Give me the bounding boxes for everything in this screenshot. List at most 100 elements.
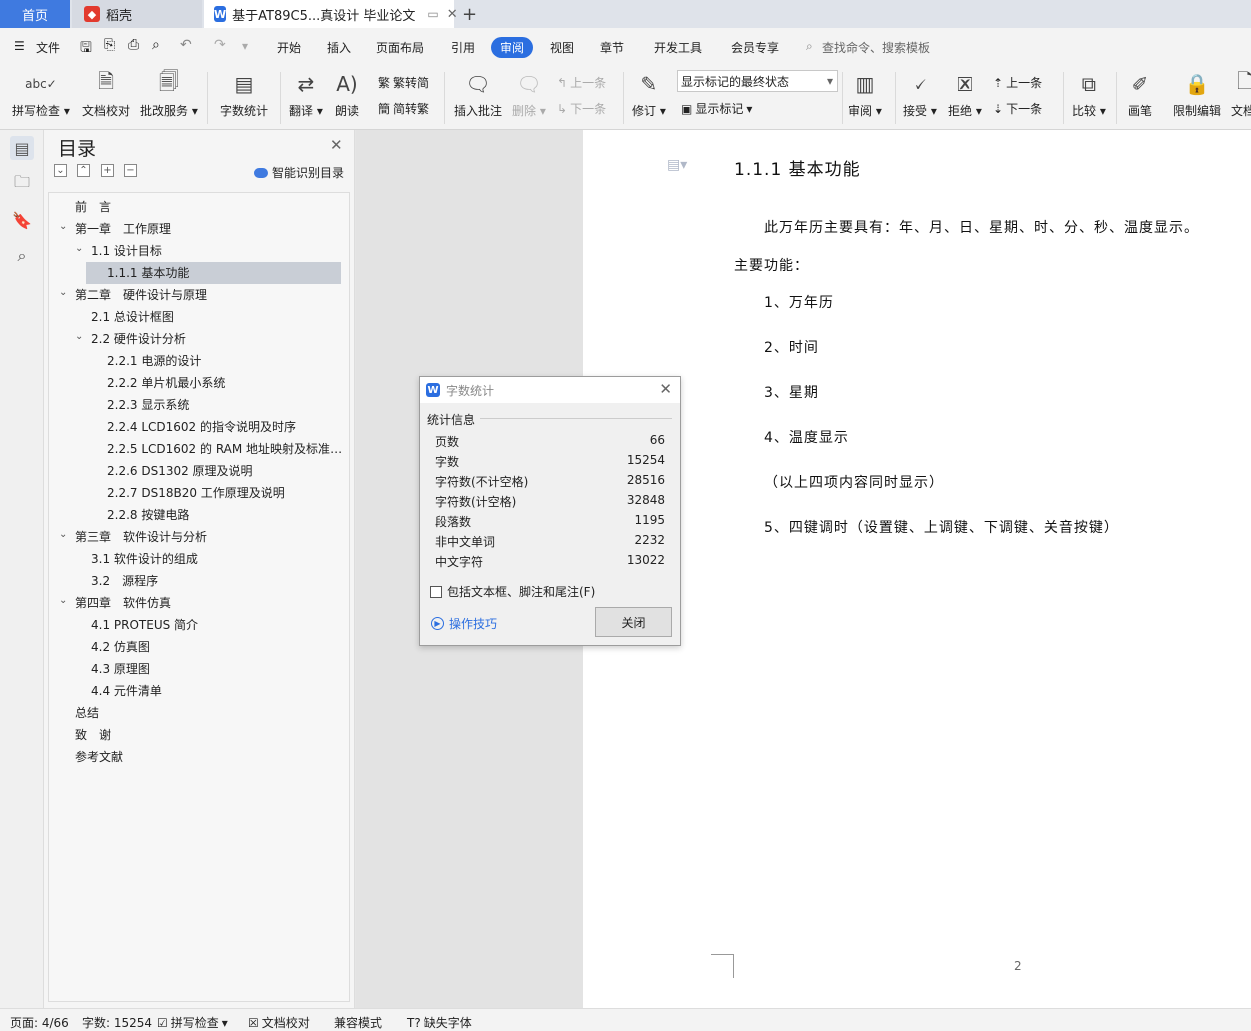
status-spell-check[interactable]: ☑ 拼写检查 ▾ (157, 1014, 228, 1031)
pen-button[interactable]: ✐ 画笔 (1126, 70, 1154, 119)
remove-heading-icon[interactable]: − (124, 164, 137, 177)
prev-change-button[interactable]: ⇡ 上一条 (993, 74, 1042, 91)
insert-comment-button[interactable]: 🗨 插入批注 (454, 70, 502, 119)
hamburger-icon[interactable]: ☰ (14, 39, 25, 53)
close-icon[interactable]: ✕ (659, 380, 672, 398)
show-markup-button[interactable]: ▣ 显示标记 ▾ (681, 100, 752, 117)
toc-item[interactable]: 2.2.2 单片机最小系统 (49, 372, 349, 394)
menu-developer[interactable]: 开发工具 (654, 39, 702, 56)
toc-item[interactable]: 2.2.8 按键电路 (49, 504, 349, 526)
expand-chevron-icon[interactable]: ⌄ (59, 287, 67, 298)
doc-proof-button[interactable]: 🗎 文档校对 (82, 69, 130, 119)
chapter-nav-icon[interactable]: 🗀 (10, 172, 34, 196)
toc-item[interactable]: 2.2.4 LCD1602 的指令说明及时序 (49, 416, 349, 438)
toc-item[interactable]: 4.2 仿真图 (49, 636, 349, 658)
toc-item[interactable]: 4.1 PROTEUS 简介 (49, 614, 349, 636)
include-textbox-checkbox[interactable]: 包括文本框、脚注和尾注(F) (430, 583, 595, 600)
read-aloud-button[interactable]: A) 朗读 (333, 70, 361, 119)
tab-close-icon[interactable]: ✕ (447, 7, 458, 22)
toc-item[interactable]: 2.1 总设计框图 (49, 306, 349, 328)
menu-chapter[interactable]: 章节 (600, 39, 624, 56)
toc-item[interactable]: 第三章 软件设计与分析 (49, 526, 349, 548)
to-traditional-button[interactable]: 繁繁转简 (378, 74, 429, 91)
delete-comment-button[interactable]: 🗨 删除 ▾ (512, 70, 546, 119)
next-change-button[interactable]: ⇣ 下一条 (993, 100, 1042, 117)
translate-button[interactable]: ⇄ 翻译 ▾ (289, 70, 323, 119)
toc-item[interactable]: 总结 (49, 702, 349, 724)
compare-button[interactable]: ⧉ 比较 ▾ (1072, 70, 1106, 119)
expand-chevron-icon[interactable]: ⌄ (75, 243, 83, 254)
close-icon[interactable]: ✕ (330, 136, 343, 154)
undo-icon[interactable]: ↶ (180, 37, 192, 53)
checkbox-box[interactable] (430, 585, 442, 598)
toc-item[interactable]: 2.2.3 显示系统 (49, 394, 349, 416)
toc-item[interactable]: 前 言 (49, 196, 349, 218)
menu-insert[interactable]: 插入 (327, 39, 351, 56)
toc-item[interactable]: 1.1.1 基本功能 (86, 262, 341, 284)
bookmark-icon[interactable]: 🔖 (10, 208, 34, 232)
spell-check-button[interactable]: abc✓ 拼写检查 ▾ (12, 70, 70, 119)
prev-comment-button[interactable]: ↰ 上一条 (557, 74, 606, 91)
menu-layout[interactable]: 页面布局 (376, 39, 424, 56)
status-missing-font[interactable]: T? 缺失字体 (407, 1014, 472, 1031)
expand-chevron-icon[interactable]: ⌄ (59, 529, 67, 540)
paragraph-format-icon[interactable]: ▤▾ (667, 157, 687, 173)
export-pdf-icon[interactable]: ⎘ (104, 37, 115, 53)
toc-item[interactable]: 4.4 元件清单 (49, 680, 349, 702)
toc-item[interactable]: 参考文献 (49, 746, 349, 768)
toc-item[interactable]: 4.3 原理图 (49, 658, 349, 680)
toc-item[interactable]: 2.2.7 DS18B20 工作原理及说明 (49, 482, 349, 504)
print-icon[interactable]: ⎙ (128, 37, 139, 53)
menu-member[interactable]: 会员专享 (731, 39, 779, 56)
tab-document[interactable]: W 基于AT89C5...真设计 毕业论文 ▭ ✕ (204, 0, 458, 28)
more-chevron-icon[interactable]: ▾ (242, 39, 248, 53)
tab-home[interactable]: 首页 (0, 0, 70, 28)
word-count-button[interactable]: ▤ 字数统计 (220, 70, 268, 119)
menu-reference[interactable]: 引用 (451, 39, 475, 56)
menu-file[interactable]: 文件 (36, 39, 60, 56)
toc-item[interactable]: 2.2 硬件设计分析 (49, 328, 349, 350)
expand-chevron-icon[interactable]: ⌄ (59, 595, 67, 606)
document-page[interactable]: ▤▾ 1.1.1 基本功能 此万年历主要具有：年、月、日、星期、时、分、秒、温度… (583, 130, 1251, 1008)
toc-item[interactable]: 第一章 工作原理 (49, 218, 349, 240)
markup-state-select[interactable]: 显示标记的最终状态 ▾ (677, 70, 838, 92)
status-doc-proof[interactable]: ☒ 文档校对 (248, 1014, 310, 1031)
review-service-button[interactable]: 🗐 批改服务 ▾ (140, 69, 198, 119)
add-heading-icon[interactable]: + (101, 164, 114, 177)
menu-start[interactable]: 开始 (277, 39, 301, 56)
smart-toc-button[interactable]: 智能识别目录 (254, 164, 344, 181)
new-tab-button[interactable]: + (462, 0, 477, 28)
to-simplified-button[interactable]: 簡简转繁 (378, 100, 429, 117)
next-comment-button[interactable]: ↳ 下一条 (557, 100, 606, 117)
tips-link[interactable]: ▶ 操作技巧 (431, 615, 497, 632)
command-search-input[interactable]: 查找命令、搜索模板 (822, 39, 930, 56)
pin-icon[interactable]: ▭ (427, 7, 438, 21)
toc-item[interactable]: 3.2 源程序 (49, 570, 349, 592)
close-button[interactable]: 关闭 (595, 607, 672, 637)
tab-docer[interactable]: ◆ 稻壳 (72, 0, 202, 28)
toc-item[interactable]: 第四章 软件仿真 (49, 592, 349, 614)
review-pane-button[interactable]: ▥ 审阅 ▾ (848, 70, 882, 119)
restrict-edit-button[interactable]: 🔒 限制编辑 (1173, 70, 1221, 119)
accept-button[interactable]: 🗸 接受 ▾ (903, 70, 937, 119)
toc-panel-icon[interactable]: ▤ (10, 136, 34, 160)
reject-button[interactable]: 🗷 拒绝 ▾ (948, 70, 982, 119)
toc-item[interactable]: 2.2.5 LCD1602 的 RAM 地址映射及标准字库表 (49, 438, 349, 460)
revise-button[interactable]: ✎ 修订 ▾ (632, 70, 666, 119)
toc-item[interactable]: 2.2.6 DS1302 原理及说明 (49, 460, 349, 482)
expand-chevron-icon[interactable]: ⌄ (75, 331, 83, 342)
toc-item[interactable]: 致 谢 (49, 724, 349, 746)
collapse-all-icon[interactable]: ⌄ (54, 164, 67, 177)
print-preview-icon[interactable]: ⌕ (152, 37, 160, 53)
menu-view[interactable]: 视图 (550, 39, 574, 56)
doc-permission-button[interactable]: 🗋 文档 (1231, 70, 1251, 119)
expand-chevron-icon[interactable]: ⌄ (59, 221, 67, 232)
save-icon[interactable]: 🖫 (80, 37, 92, 61)
status-word-count[interactable]: 字数: 15254 (82, 1014, 152, 1031)
status-page[interactable]: 页面: 4/66 (10, 1014, 69, 1031)
toc-item[interactable]: 1.1 设计目标 (49, 240, 349, 262)
toc-item[interactable]: 2.2.1 电源的设计 (49, 350, 349, 372)
menu-review[interactable]: 审阅 (491, 37, 534, 58)
redo-icon[interactable]: ↷ (214, 37, 226, 53)
toc-item[interactable]: 第二章 硬件设计与原理 (49, 284, 349, 306)
